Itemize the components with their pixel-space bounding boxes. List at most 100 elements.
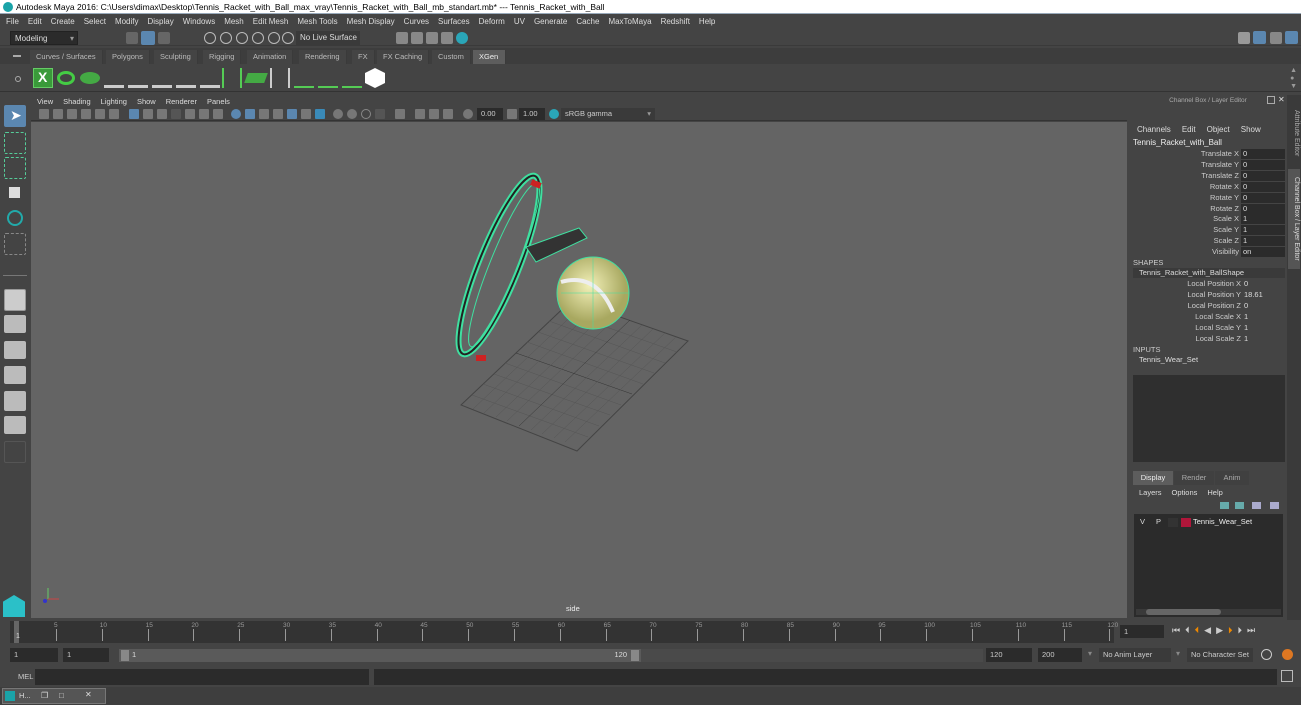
safe-action-icon[interactable]	[199, 109, 209, 119]
snap-view-plane-icon[interactable]	[252, 32, 264, 44]
menu-file[interactable]: File	[6, 17, 19, 26]
custom-layout-icon[interactable]	[4, 441, 26, 463]
grease-pencil-icon[interactable]	[109, 109, 119, 119]
channel-value-field[interactable]: 0	[1241, 181, 1285, 192]
xray-joints-icon[interactable]	[443, 109, 453, 119]
shadows-icon[interactable]	[315, 109, 325, 119]
object-name[interactable]: Tennis_Racket_with_Ball	[1133, 138, 1222, 147]
shelf-tab-fx[interactable]: FX	[352, 50, 375, 64]
shape-channel-label[interactable]: Local Position Y	[1187, 290, 1241, 299]
smooth-shade-icon[interactable]	[245, 109, 255, 119]
snap-surface-icon[interactable]	[268, 32, 280, 44]
playback-end-field[interactable]: 120	[986, 648, 1032, 662]
textured-icon[interactable]	[273, 109, 283, 119]
viewport-menu-shading[interactable]: Shading	[63, 97, 91, 106]
command-language-label[interactable]: MEL	[18, 672, 33, 681]
menu-edit-mesh[interactable]: Edit Mesh	[253, 17, 289, 26]
menu-windows[interactable]: Windows	[183, 17, 215, 26]
xgen-bend-icon[interactable]	[270, 68, 290, 88]
step-back-frame-icon[interactable]: ⏴	[1185, 625, 1190, 636]
field-chart-icon[interactable]	[185, 109, 195, 119]
camera-select-icon[interactable]	[39, 109, 49, 119]
viewport-menu-lighting[interactable]: Lighting	[101, 97, 127, 106]
xray-icon[interactable]	[415, 109, 425, 119]
persp-hypershade-layout-icon[interactable]	[4, 391, 26, 411]
viewport-menu-panels[interactable]: Panels	[207, 97, 230, 106]
layer-tab-anim[interactable]: Anim	[1215, 471, 1249, 485]
shape-channel-value[interactable]: 0	[1244, 279, 1248, 288]
layer-horizontal-scrollbar[interactable]	[1136, 609, 1281, 615]
resolution-gate-icon[interactable]	[157, 109, 167, 119]
shelf-tab-animation[interactable]: Animation	[247, 50, 294, 64]
animation-start-field[interactable]: 1	[10, 648, 58, 662]
channel-label[interactable]: Rotate Z	[1210, 204, 1239, 213]
channel-value-field[interactable]: 1	[1241, 236, 1285, 247]
range-start-handle[interactable]	[121, 650, 129, 661]
channel-label[interactable]: Scale Z	[1214, 236, 1239, 245]
layer-visibility-toggle[interactable]: V	[1140, 517, 1145, 526]
input-name[interactable]: Tennis_Wear_Set	[1139, 355, 1198, 364]
xray-active-icon[interactable]	[429, 109, 439, 119]
xgen-select-icon[interactable]	[294, 68, 314, 88]
persp-graph-layout-icon[interactable]	[4, 366, 26, 384]
play-forwards-icon[interactable]: ▶	[1216, 625, 1223, 636]
menu-deform[interactable]: Deform	[479, 17, 505, 26]
menu-maxtomaya[interactable]: MaxToMaya	[608, 17, 651, 26]
layer-tab-render[interactable]: Render	[1174, 471, 1214, 485]
chevron-down-icon[interactable]: ▾	[1088, 649, 1092, 658]
film-gate-icon[interactable]	[143, 109, 153, 119]
shelf-settings-icon[interactable]	[15, 76, 21, 82]
mode-selector[interactable]: Modeling ▾	[10, 31, 78, 45]
channel-label[interactable]: Rotate X	[1210, 182, 1239, 191]
menu-curves[interactable]: Curves	[404, 17, 429, 26]
camera-attributes-icon[interactable]	[53, 109, 63, 119]
safe-title-icon[interactable]	[213, 109, 223, 119]
xgen-show-guides-icon[interactable]	[176, 68, 196, 88]
xgen-groom-icon[interactable]	[318, 68, 338, 88]
range-slider-bar[interactable]: 1 120	[119, 649, 641, 662]
shelf-scroll-icon[interactable]: ▲ ● ▼	[1290, 67, 1297, 91]
menu-help[interactable]: Help	[699, 17, 715, 26]
xgen-p-icon[interactable]	[365, 68, 385, 88]
maximize-icon[interactable]: □	[59, 691, 64, 700]
shelf-tab-polygons[interactable]: Polygons	[106, 50, 150, 64]
select-object-icon[interactable]	[141, 31, 155, 45]
channel-value-field[interactable]: 0	[1241, 170, 1285, 181]
channel-label[interactable]: Visibility	[1212, 247, 1239, 256]
range-end-handle[interactable]	[631, 650, 639, 661]
snap-point-icon[interactable]	[236, 32, 248, 44]
shape-channel-label[interactable]: Local Position Z	[1188, 301, 1241, 310]
shape-channel-label[interactable]: Local Scale Y	[1195, 323, 1241, 332]
channel-menu-object[interactable]: Object	[1207, 125, 1230, 134]
layer-color-swatch[interactable]	[1181, 518, 1191, 527]
render-setup-icon[interactable]	[456, 32, 468, 44]
persp-node-editor-layout-icon[interactable]	[4, 416, 26, 434]
time-slider[interactable]: 1 5 10 15 20 25 30 35 40 45 50 55 60 65 …	[0, 620, 1301, 644]
exposure-icon[interactable]	[463, 109, 473, 119]
shelf-tab-xgen[interactable]: XGen	[473, 50, 506, 64]
script-editor-icon[interactable]	[1281, 670, 1293, 682]
new-layer-selected-icon[interactable]	[1270, 502, 1279, 509]
viewport-menu-renderer[interactable]: Renderer	[166, 97, 197, 106]
anim-layer-dropdown[interactable]: No Anim Layer	[1099, 648, 1171, 662]
shelf-tab-sculpting[interactable]: Sculpting	[154, 50, 198, 64]
bookmark-icon[interactable]	[67, 109, 77, 119]
viewport-3d[interactable]: side	[31, 122, 1127, 618]
gamma-icon[interactable]	[507, 109, 517, 119]
channel-value-field[interactable]: 1	[1241, 214, 1285, 225]
layer-name[interactable]: Tennis_Wear_Set	[1193, 517, 1252, 526]
menu-display[interactable]: Display	[148, 17, 174, 26]
xgen-guides-icon[interactable]	[222, 68, 242, 88]
scrollbar-thumb[interactable]	[1146, 609, 1221, 615]
menu-generate[interactable]: Generate	[534, 17, 567, 26]
layer-type-toggle[interactable]	[1168, 518, 1178, 527]
color-management-icon[interactable]	[549, 109, 559, 119]
layer-menu-help[interactable]: Help	[1207, 488, 1222, 497]
channel-label[interactable]: Scale X	[1213, 214, 1239, 223]
new-layer-icon[interactable]	[1252, 502, 1261, 509]
command-input[interactable]	[35, 669, 369, 685]
rotate-tool-icon[interactable]	[4, 207, 26, 229]
float-panel-icon[interactable]	[1267, 96, 1275, 104]
render-settings-icon[interactable]	[426, 32, 438, 44]
move-tool-icon[interactable]	[4, 182, 26, 204]
